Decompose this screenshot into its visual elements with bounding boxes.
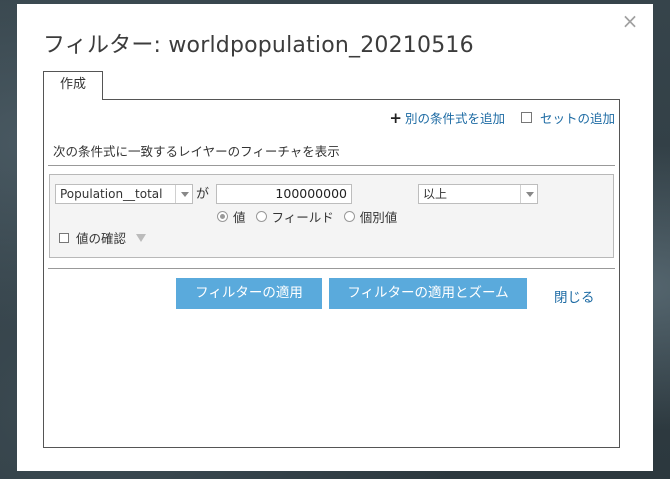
chevron-down-icon [520,185,537,203]
radio-unselected-icon [343,211,355,222]
value-type-group: 値 フィールド 個別値 [217,207,397,226]
tab-create[interactable]: 作成 [43,71,103,100]
value-input[interactable]: 100000000 [216,184,352,204]
close-icon[interactable]: × [621,11,639,31]
radio-selected-icon [217,211,228,222]
confirm-values-label: 値の確認 [76,231,127,246]
add-set-checkbox[interactable] [520,112,532,123]
top-actions: + 別の条件式を追加 セットの追加 [389,108,615,127]
connector-label: が [196,187,210,202]
expression-row: Population__total が 100000000 以上 値 フィールド [49,174,614,258]
add-set-label: セットの追加 [539,111,615,126]
confirm-values-checkbox[interactable] [59,232,69,243]
expand-triangle-icon[interactable] [136,233,147,242]
plus-icon: + [389,108,402,127]
radio-value[interactable]: 値 [217,207,246,226]
add-expression-link[interactable]: + 別の条件式を追加 [389,108,505,127]
radio-field[interactable]: フィールド [255,207,334,226]
radio-unique[interactable]: 個別値 [343,207,398,226]
divider [48,165,615,166]
confirm-values-toggle[interactable]: 値の確認 [59,228,147,247]
radio-field-label: フィールド [271,210,334,225]
field-select[interactable]: Population__total [55,184,193,204]
add-expression-label: 別の条件式を追加 [404,111,505,126]
operator-select[interactable]: 以上 [418,184,538,204]
close-button[interactable]: 閉じる [554,286,595,306]
divider [48,268,615,269]
filter-description: 次の条件式に一致するレイヤーのフィーチャを表示 [53,144,340,159]
field-select-value: Population__total [60,187,163,201]
operator-select-value: 以上 [423,187,448,201]
add-set-link[interactable]: セットの追加 [520,108,615,127]
radio-value-label: 値 [233,210,246,225]
radio-unselected-icon [255,211,267,222]
apply-filter-button[interactable]: フィルターの適用 [176,278,322,309]
tab-panel: + 別の条件式を追加 セットの追加 次の条件式に一致するレイヤーのフィーチャを表… [43,99,620,448]
dialog-title: フィルター: worldpopulation_20210516 [43,33,474,58]
apply-filter-zoom-button[interactable]: フィルターの適用とズーム [329,278,527,309]
radio-unique-label: 個別値 [359,210,398,225]
chevron-down-icon [175,185,192,203]
filter-dialog: × フィルター: worldpopulation_20210516 作成 + 別… [17,4,653,471]
